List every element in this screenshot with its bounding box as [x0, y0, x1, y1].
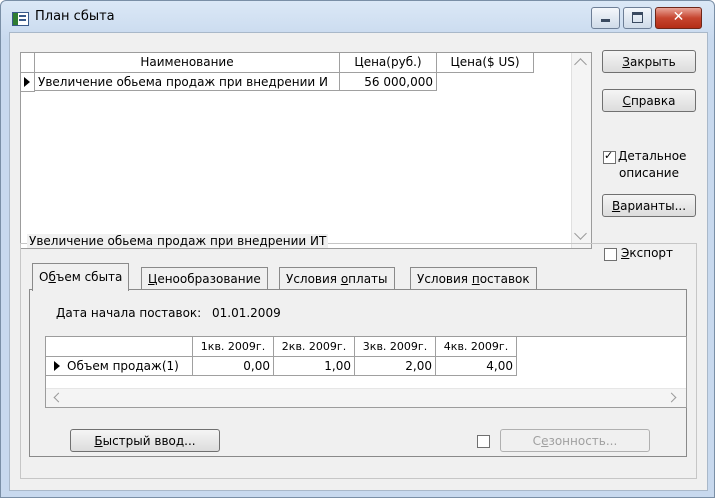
tab-accel: б — [48, 270, 56, 284]
app-icon — [12, 12, 29, 26]
close-button[interactable]: Закрыть — [602, 50, 696, 73]
tab-payment-terms[interactable]: Условия оплаты — [279, 267, 395, 290]
detail-label-rest: етальное — [627, 149, 687, 163]
tab-label: Условия — [286, 272, 341, 286]
column-header-q1[interactable]: 1кв. 2009г. — [193, 337, 274, 357]
quick-input-button[interactable]: Быстрый ввод... — [70, 429, 220, 452]
start-date-value: 01.01.2009 — [212, 306, 281, 320]
group-title: Увеличение обьема продаж при внедрении И… — [27, 234, 329, 248]
cell-q1[interactable]: 0,00 — [193, 357, 274, 376]
column-header-price-usd[interactable]: Цена($ US) — [437, 53, 534, 73]
close-icon: ✕ — [672, 9, 685, 25]
row-label: Объем продаж(1) — [67, 359, 179, 373]
cell-product-name[interactable]: Увеличение обьема продаж при внедрении И — [35, 73, 340, 91]
tab-label: Условия — [417, 272, 472, 286]
seasonality-label-rest: зонность... — [548, 434, 618, 448]
tab-delivery-terms[interactable]: Условия поставок — [410, 267, 537, 290]
cell-q3[interactable]: 2,00 — [355, 357, 436, 376]
tab-label-rest: платы — [348, 272, 388, 286]
products-vertical-scrollbar[interactable] — [571, 53, 591, 248]
tab-label-rest: ъем сбыта — [55, 270, 123, 284]
minimize-button[interactable] — [591, 7, 620, 29]
help-button-accel: С — [622, 94, 631, 108]
seasonality-checkbox[interactable] — [477, 435, 490, 448]
tab-label-rest: оставок — [479, 272, 530, 286]
close-button-accel: З — [622, 55, 630, 69]
help-button-label-rest: правка — [630, 94, 676, 108]
maximize-icon — [632, 12, 643, 23]
column-header-price-rub[interactable]: Цена(руб.) — [340, 53, 437, 73]
detail-description-label-line2: описание — [619, 166, 679, 180]
window-title: План сбыта — [35, 9, 115, 24]
tab-pricing[interactable]: Ценообразование — [141, 267, 268, 290]
detail-accel: Д — [618, 149, 628, 163]
scroll-left-icon[interactable] — [53, 392, 64, 403]
minimize-icon — [601, 19, 610, 22]
current-row-icon — [54, 361, 60, 371]
volume-horizontal-scrollbar[interactable] — [46, 388, 686, 407]
scroll-up-icon[interactable] — [574, 58, 587, 71]
column-header-q2[interactable]: 2кв. 2009г. — [274, 337, 355, 357]
grid-corner — [46, 337, 193, 357]
variants-button-label-rest: арианты... — [620, 199, 687, 213]
tab-accel: Ц — [148, 272, 158, 286]
export-label[interactable]: Экспорт — [621, 246, 673, 260]
variants-button[interactable]: Варианты... — [602, 194, 696, 217]
maximize-button[interactable] — [623, 7, 652, 29]
cell-q4[interactable]: 4,00 — [436, 357, 517, 376]
title-bar[interactable]: План сбыта ✕ — [1, 1, 714, 33]
row-indicator[interactable] — [21, 73, 35, 92]
main-window: План сбыта ✕ Наименование Цена(руб.) Цен… — [0, 0, 715, 498]
export-checkbox[interactable] — [604, 248, 617, 261]
help-button[interactable]: Справка — [602, 89, 696, 112]
seasonality-button[interactable]: Сезонность... — [500, 429, 650, 452]
quick-input-label-rest: ыстрый ввод... — [102, 434, 196, 448]
grid-corner — [21, 53, 35, 73]
seasonality-label: С — [532, 434, 542, 448]
export-label-rest: кспорт — [629, 246, 674, 260]
detail-description-checkbox[interactable] — [603, 149, 616, 164]
column-header-name[interactable]: Наименование — [35, 53, 340, 73]
scroll-right-icon[interactable] — [666, 392, 677, 403]
variants-button-accel: В — [611, 199, 621, 213]
close-window-button[interactable]: ✕ — [655, 7, 702, 29]
tab-sales-volume[interactable]: Объем сбыта — [32, 263, 130, 291]
column-header-q4[interactable]: 4кв. 2009г. — [436, 337, 517, 357]
start-date-label: Дата начала поставок: — [56, 306, 202, 320]
cell-q2[interactable]: 1,00 — [274, 357, 355, 376]
current-row-icon — [24, 77, 30, 87]
row-header-sales-volume[interactable]: Объем продаж(1) — [46, 357, 193, 376]
cell-price-rub[interactable]: 56 000,000 — [340, 73, 437, 91]
close-button-label-rest: акрыть — [629, 55, 676, 69]
dialog-client-area: Наименование Цена(руб.) Цена($ US) Увели… — [9, 32, 708, 491]
detail-description-label-line1[interactable]: Детальное — [618, 149, 686, 163]
sales-volume-grid[interactable]: 1кв. 2009г. 2кв. 2009г. 3кв. 2009г. 4кв.… — [45, 336, 687, 408]
column-header-q3[interactable]: 3кв. 2009г. — [355, 337, 436, 357]
tab-label-rest: енообразование — [157, 272, 261, 286]
scroll-down-icon[interactable] — [574, 227, 587, 240]
products-grid[interactable]: Наименование Цена(руб.) Цена($ US) Увели… — [20, 52, 592, 249]
tab-accel: п — [471, 272, 480, 286]
quick-input-accel: Б — [94, 434, 103, 448]
